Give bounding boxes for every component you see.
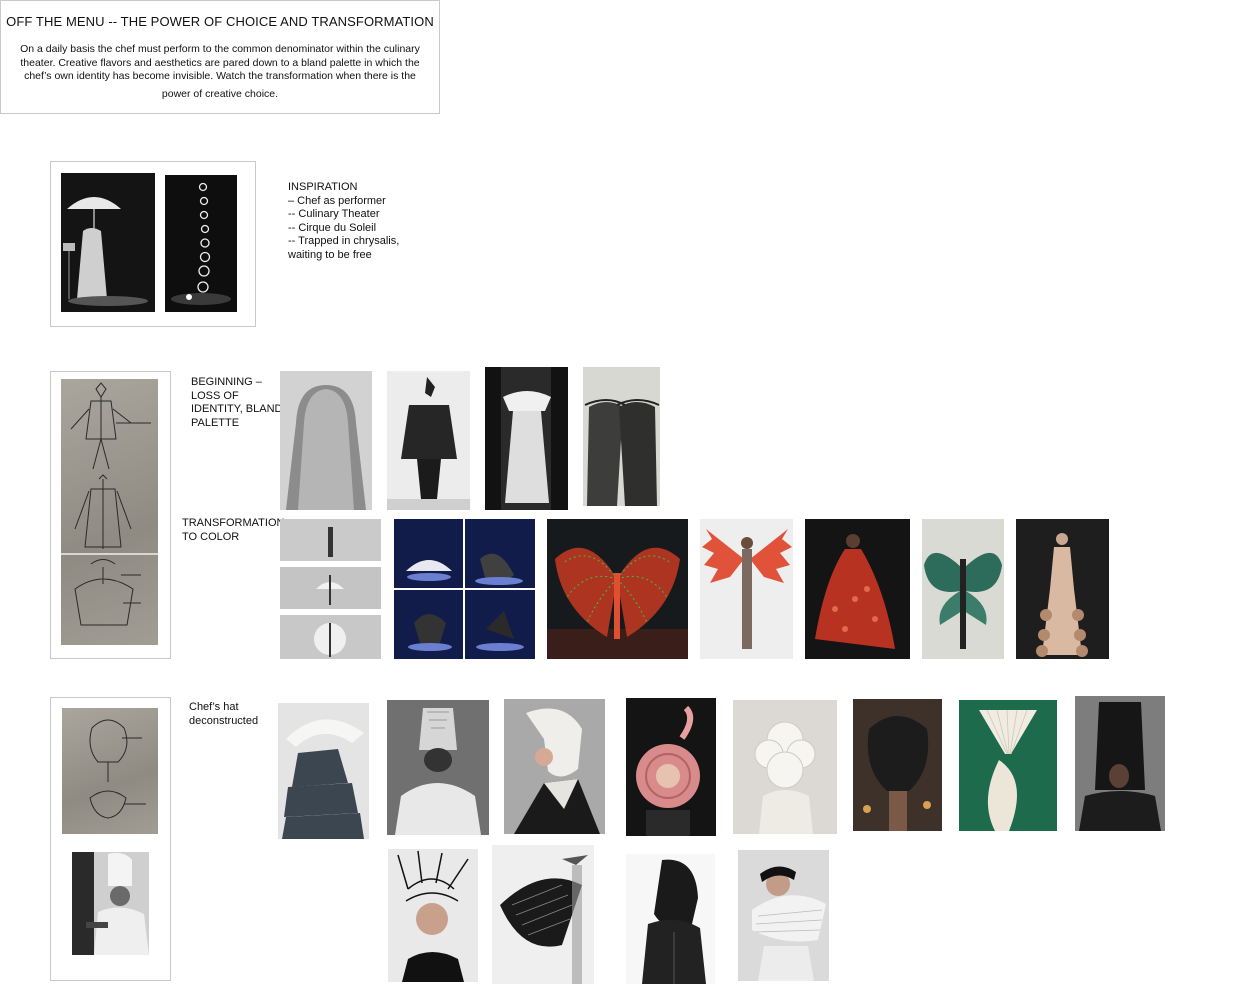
photo-veiled-figure	[280, 371, 372, 510]
title-box: OFF THE MENU -- THE POWER OF CHOICE AND …	[0, 0, 440, 114]
inspiration-line-5: waiting to be free	[288, 249, 372, 261]
photo-dark-mask	[853, 699, 942, 831]
beginning-label: BEGINNING – LOSS OF IDENTITY, BLAND PALE…	[191, 376, 283, 429]
photo-chef-portrait	[72, 852, 149, 955]
photo-unfolding-sequence	[280, 519, 381, 659]
photo-red-cape	[805, 519, 910, 659]
inspiration-line-1: – Chef as performer	[288, 195, 386, 207]
photo-pleated-collar-white	[738, 850, 829, 981]
sketch-chef-costumes	[61, 379, 158, 645]
photo-ruffled-gown	[1016, 519, 1109, 659]
photo-ribbed-black-hat	[492, 845, 594, 984]
hat-label: Chef’s hat deconstructed	[189, 701, 259, 727]
photo-pleated-fan-green	[959, 700, 1057, 831]
photo-sculptural-headpiece	[387, 700, 489, 835]
inspiration-line-3: -- Cirque du Soleil	[288, 222, 377, 234]
photo-dark-runway	[387, 371, 470, 510]
inspiration-heading: INSPIRATION	[288, 181, 358, 193]
photo-dark-cloaks	[583, 367, 660, 506]
photo-folded-collar	[504, 699, 605, 834]
photo-umbrella-performer	[61, 173, 155, 312]
inspiration-line-2: -- Culinary Theater	[288, 208, 380, 220]
photo-stage-blue-grid	[394, 519, 535, 659]
photo-red-feather-wings	[700, 519, 793, 659]
photo-circus-rings	[165, 175, 237, 312]
photo-green-butterfly	[922, 519, 1004, 659]
photo-tall-black-hood	[1075, 696, 1165, 831]
photo-wire-headdress	[388, 849, 478, 982]
photo-white-ruffle-head	[733, 700, 837, 834]
page-title: OFF THE MENU -- THE POWER OF CHOICE AND …	[6, 14, 434, 29]
intro-text: On a daily basis the chef must perform t…	[20, 43, 420, 82]
photo-black-leather-hood	[626, 854, 715, 984]
photo-pleated-hat-ruffles	[278, 703, 369, 839]
inspiration-line-4: -- Trapped in chrysalis,	[288, 235, 400, 247]
photo-white-gown	[485, 367, 568, 510]
intro-text-end: power of creative choice.	[161, 87, 279, 100]
photo-led-wings	[547, 519, 688, 659]
sketch-hat-deconstruct	[62, 708, 158, 834]
transformation-label: TRANSFORMATION TO COLOR	[182, 517, 285, 543]
photo-pink-spiral-hat	[626, 698, 716, 836]
